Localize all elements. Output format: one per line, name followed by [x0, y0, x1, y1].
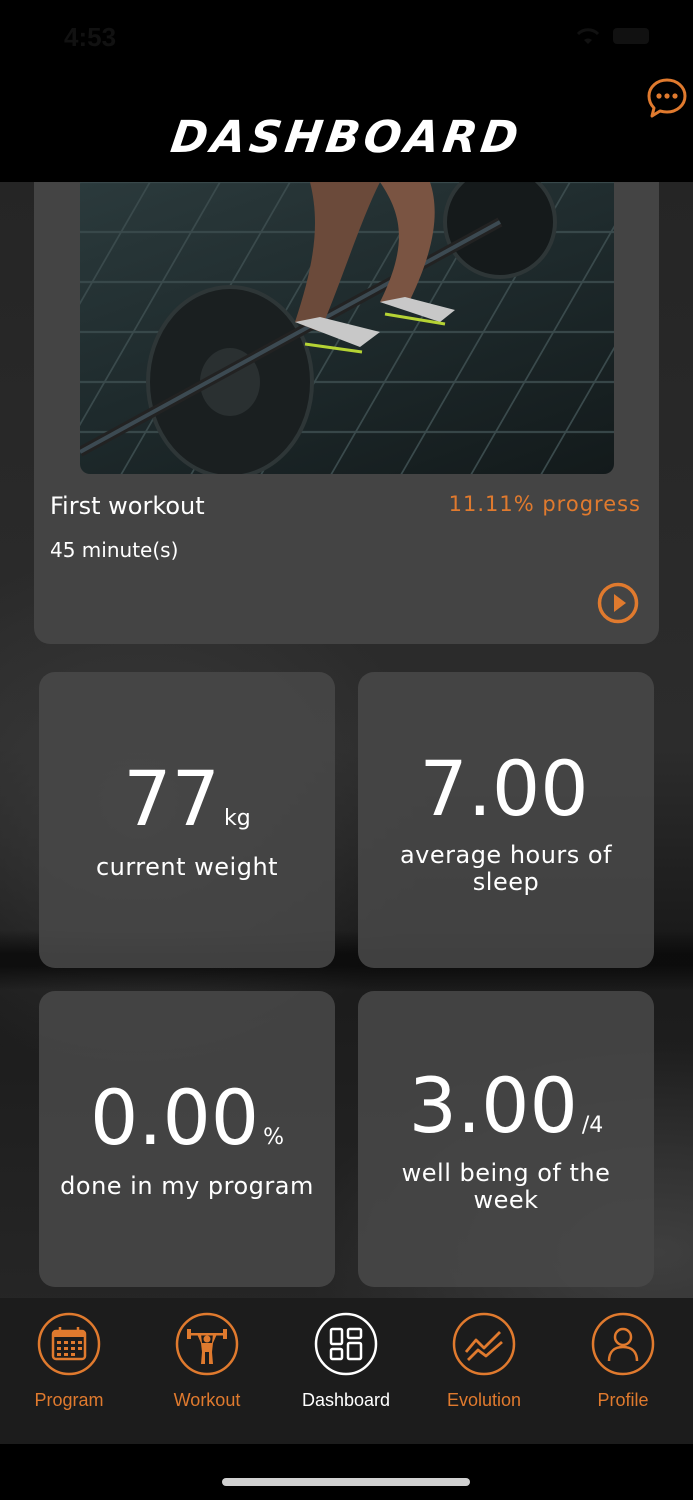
stat-label: current weight — [95, 853, 279, 881]
dashboard-grid-icon — [314, 1312, 378, 1376]
stat-well-being: 3.00 /4 well being of the week — [358, 991, 654, 1287]
workout-name: First workout — [50, 492, 205, 520]
tab-label: Dashboard — [301, 1390, 391, 1410]
page-title: DASHBOARD — [167, 112, 526, 163]
status-bar: 4:53 — [0, 0, 693, 80]
stat-unit: /4 — [581, 1113, 604, 1138]
stat-value: 77 — [123, 754, 220, 843]
stat-label: average hours of sleep — [399, 841, 613, 896]
tab-profile[interactable]: Profile — [554, 1312, 692, 1411]
header: 4:53 DASHBOARD — [0, 0, 693, 182]
user-icon — [591, 1312, 655, 1376]
workout-card[interactable]: First workout 45 minute(s) 11.11% progre… — [34, 182, 659, 644]
tab-label: Evolution — [446, 1390, 522, 1410]
tab-program[interactable]: Program — [0, 1312, 138, 1411]
workout-photo — [80, 182, 614, 474]
stat-label: well being of the week — [401, 1159, 611, 1214]
play-icon[interactable] — [597, 582, 639, 624]
stat-unit: kg — [224, 806, 251, 831]
trend-chart-icon — [452, 1312, 516, 1376]
tab-evolution[interactable]: Evolution — [415, 1312, 553, 1411]
stat-value: 0.00 — [89, 1073, 260, 1162]
chat-icon[interactable] — [645, 76, 689, 120]
tab-bar: Program Workout Dashboard Evolution Prof… — [0, 1298, 693, 1444]
stat-average-sleep: 7.00 average hours of sleep — [358, 672, 654, 968]
tab-label: Program — [34, 1390, 104, 1410]
tab-dashboard[interactable]: Dashboard — [277, 1312, 415, 1411]
stat-value: 7.00 — [419, 744, 589, 833]
stat-value: 3.00 — [408, 1061, 578, 1150]
battery-icon — [613, 28, 649, 44]
stat-label: done in my program — [60, 1172, 314, 1200]
calendar-icon — [37, 1312, 101, 1376]
status-time: 4:53 — [64, 22, 117, 52]
tab-label: Workout — [173, 1390, 241, 1410]
stat-unit: % — [263, 1125, 285, 1150]
wifi-icon — [576, 28, 600, 44]
stat-program-done: 0.00 % done in my program — [39, 991, 335, 1287]
home-area — [0, 1444, 693, 1500]
home-indicator[interactable] — [222, 1478, 470, 1486]
stat-current-weight: 77 kg current weight — [39, 672, 335, 968]
weightlifter-icon — [175, 1312, 239, 1376]
tab-label: Profile — [597, 1390, 649, 1410]
workout-duration: 45 minute(s) — [50, 538, 179, 562]
workout-progress: 11.11% progress — [448, 492, 641, 516]
tab-workout[interactable]: Workout — [138, 1312, 276, 1411]
